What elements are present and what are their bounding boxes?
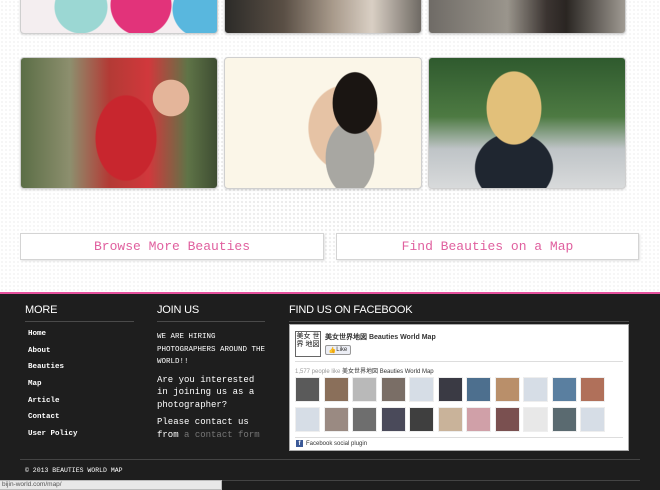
footer-link-home[interactable]: Home	[28, 330, 78, 347]
fan-avatar[interactable]	[409, 377, 434, 402]
beauty-photo-thumbnail[interactable]	[224, 57, 422, 189]
fan-avatar[interactable]	[409, 407, 434, 432]
more-heading: MORE	[25, 304, 134, 322]
plugin-label: Facebook social plugin	[306, 440, 368, 447]
footer-link-contact[interactable]: Contact	[28, 413, 78, 430]
fan-avatar[interactable]	[323, 377, 349, 402]
browse-more-beauties-button[interactable]: Browse More Beauties	[20, 233, 324, 260]
fan-avatar[interactable]	[323, 407, 349, 432]
divider	[20, 459, 640, 460]
thumbs-up-icon: 👍	[328, 347, 337, 354]
footer-menu: Home About Beauties Map Article Contact …	[28, 330, 78, 447]
fan-avatar[interactable]	[295, 377, 320, 402]
join-us-text: WE ARE HIRING PHOTOGRAPHERS AROUND THE W…	[157, 331, 267, 446]
beauty-photo-thumbnail[interactable]	[20, 57, 218, 189]
fan-avatar[interactable]	[380, 377, 406, 402]
beauty-photo-thumbnail[interactable]	[224, 0, 422, 34]
fan-avatar[interactable]	[437, 377, 463, 402]
fan-avatar[interactable]	[551, 407, 577, 432]
facebook-page-name[interactable]: 美女世界地図 Beauties World Map	[325, 332, 436, 342]
hiring-text: WE ARE HIRING PHOTOGRAPHERS AROUND THE W…	[157, 333, 266, 366]
footer-link-beauties[interactable]: Beauties	[28, 363, 78, 380]
beauty-photo-thumbnail[interactable]	[428, 57, 626, 189]
browser-status-bar: bijin-world.com/map/	[0, 480, 222, 490]
fan-avatar[interactable]	[380, 407, 406, 432]
contact-text: Please contact us from a contact form	[157, 416, 267, 441]
fan-avatar[interactable]	[580, 407, 605, 432]
find-beauties-on-map-button[interactable]: Find Beauties on a Map	[336, 233, 639, 260]
fan-avatar[interactable]	[580, 377, 605, 402]
fan-avatar[interactable]	[523, 377, 548, 402]
likes-page-link[interactable]: 美女世界地図 Beauties World Map	[342, 369, 434, 375]
facebook-like-box: 美女 世界 地図 美女世界地図 Beauties World Map 👍 Like…	[289, 324, 629, 451]
contact-form-link[interactable]: a contact form	[184, 430, 260, 440]
facebook-like-count: 1,577 people like 美女世界地図 Beauties World …	[295, 366, 434, 375]
footer-link-map[interactable]: Map	[28, 380, 78, 397]
divider	[295, 437, 623, 438]
beauty-photo-thumbnail[interactable]	[20, 0, 218, 34]
fan-avatar[interactable]	[494, 407, 520, 432]
beauty-photo-thumbnail[interactable]	[428, 0, 626, 34]
fan-avatar[interactable]	[494, 377, 520, 402]
facebook-icon: f	[296, 440, 303, 447]
fan-avatar[interactable]	[352, 407, 377, 432]
facebook-social-plugin[interactable]: f Facebook social plugin	[296, 440, 367, 447]
facebook-like-button[interactable]: 👍 Like	[325, 345, 351, 355]
footer: MORE JOIN US FIND US ON FACEBOOK Home Ab…	[0, 292, 660, 490]
like-label: Like	[336, 347, 348, 353]
facebook-heading: FIND US ON FACEBOOK	[289, 304, 629, 322]
fan-avatar[interactable]	[295, 407, 320, 432]
likes-count-text: 1,577 people like	[295, 369, 341, 375]
footer-link-about[interactable]: About	[28, 347, 78, 364]
footer-link-user-policy[interactable]: User Policy	[28, 430, 78, 447]
fan-avatar[interactable]	[466, 407, 491, 432]
interested-text: Are you interested in joining us as a ph…	[157, 374, 255, 410]
page-logo[interactable]: 美女 世界 地図	[295, 331, 321, 357]
join-us-heading: JOIN US	[157, 304, 265, 322]
copyright: © 2013 BEAUTIES WORLD MAP	[25, 467, 123, 474]
fan-avatar[interactable]	[437, 407, 463, 432]
fan-avatar[interactable]	[551, 377, 577, 402]
divider	[295, 361, 623, 362]
fan-avatar[interactable]	[352, 377, 377, 402]
fan-avatar[interactable]	[523, 407, 548, 432]
footer-link-article[interactable]: Article	[28, 397, 78, 414]
fan-avatar[interactable]	[466, 377, 491, 402]
